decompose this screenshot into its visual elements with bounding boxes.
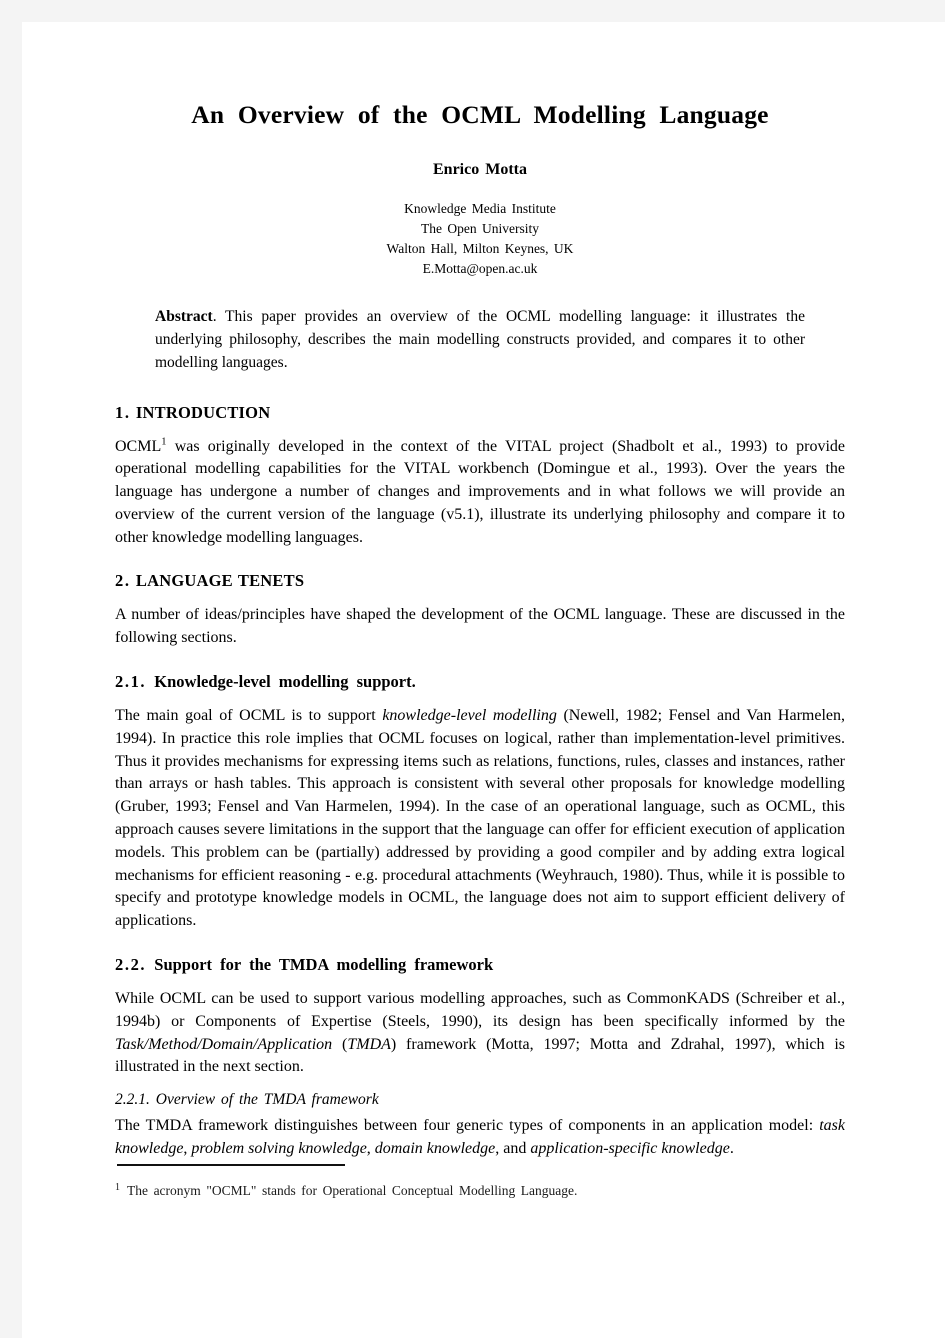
author-name: Enrico Motta xyxy=(433,161,527,179)
subsubsection-number-2-2-1: 2.2.1. xyxy=(115,1091,150,1109)
footnote-body: The acronym "OCML" stands for Operationa… xyxy=(127,1183,578,1198)
s21-italic1: knowledge-level modelling xyxy=(382,707,557,725)
section-title-2: LANGUAGE TENETS xyxy=(135,571,305,591)
affiliation-address: Walton Hall, Milton Keynes, UK xyxy=(386,241,574,256)
s21-part2: (Newell, 1982; Fensel and Van Harmelen, … xyxy=(115,707,845,930)
ocml-lead: OCML xyxy=(115,437,162,455)
abstract-label: Abstract xyxy=(155,307,213,325)
section-1-paragraph-rest: was originally developed in the context … xyxy=(115,437,845,546)
footnote-separator-rule xyxy=(117,1164,345,1166)
section-heading-2: 2. LANGUAGE TENETS xyxy=(115,571,845,591)
abstract-text: . This paper provides an overview of the… xyxy=(155,307,805,371)
affiliation-block: Knowledge Media Institute The Open Unive… xyxy=(115,199,845,278)
subsection-title-2-1: Knowledge-level modelling support. xyxy=(154,672,416,692)
s221-italic4: application-specific knowledge xyxy=(530,1140,730,1158)
section-2-intro: A number of ideas/principles have shaped… xyxy=(115,606,845,647)
abstract-block: Abstract. This paper provides an overvie… xyxy=(155,306,805,375)
subsection-heading-2-1: 2.1. Knowledge-level modelling support. xyxy=(115,672,845,692)
subsection-number-2-2: 2.2. xyxy=(115,955,147,975)
affiliation-institute: Knowledge Media Institute xyxy=(404,201,556,217)
s22-italic1: Task/Method/Domain/Application xyxy=(115,1035,333,1053)
footnote-area: 1 The acronym "OCML" stands for Operation… xyxy=(115,1164,845,1201)
section-number-1: 1. xyxy=(115,402,131,422)
footnote-text: 1 The acronym "OCML" stands for Operation… xyxy=(115,1182,845,1201)
s221-part5: . xyxy=(729,1140,734,1158)
footnote-number: 1 xyxy=(115,1181,120,1193)
s221-italic2: problem solving knowledge xyxy=(191,1140,367,1158)
section-heading-1: 1. INTRODUCTION xyxy=(115,403,845,423)
s21-part1: The main goal of OCML is to support xyxy=(115,707,383,725)
document-page: An Overview of the OCML Modelling Langua… xyxy=(22,22,945,1338)
subsection-heading-2-2: 2.2. Support for the TMDA modelling fram… xyxy=(115,955,845,975)
page-content: An Overview of the OCML Modelling Langua… xyxy=(115,22,845,1338)
section-title-1: INTRODUCTION xyxy=(135,402,271,422)
section-number-2: 2. xyxy=(115,571,131,591)
s22-italic2: TMDA xyxy=(347,1035,391,1053)
s221-part4: , and xyxy=(495,1140,531,1158)
subsection-number-2-1: 2.1. xyxy=(115,672,147,692)
s221-part3: , xyxy=(366,1140,375,1158)
subsubsection-2-2-1-paragraph: The TMDA framework distinguishes between… xyxy=(115,1115,845,1161)
subsection-2-1-paragraph: The main goal of OCML is to support know… xyxy=(115,705,845,933)
s221-part1: The TMDA framework distinguishes between… xyxy=(115,1117,820,1135)
page-title: An Overview of the OCML Modelling Langua… xyxy=(191,100,769,129)
subsubsection-heading-2-2-1: 2.2.1. Overview of the TMDA framework xyxy=(115,1091,845,1109)
subsection-title-2-2: Support for the TMDA modelling framework xyxy=(154,955,494,975)
s22-part2: ( xyxy=(332,1035,348,1053)
author-email: E.Motta@open.ac.uk xyxy=(422,260,538,276)
subsection-2-2-paragraph: While OCML can be used to support variou… xyxy=(115,988,845,1079)
subsubsection-title-2-2-1: Overview of the TMDA framework xyxy=(155,1091,379,1109)
s22-part1: While OCML can be used to support variou… xyxy=(115,990,845,1030)
s221-italic3: domain knowledge xyxy=(374,1140,496,1158)
affiliation-university: The Open University xyxy=(421,221,539,237)
section-1-paragraph: OCML1 was originally developed in the co… xyxy=(115,436,845,550)
